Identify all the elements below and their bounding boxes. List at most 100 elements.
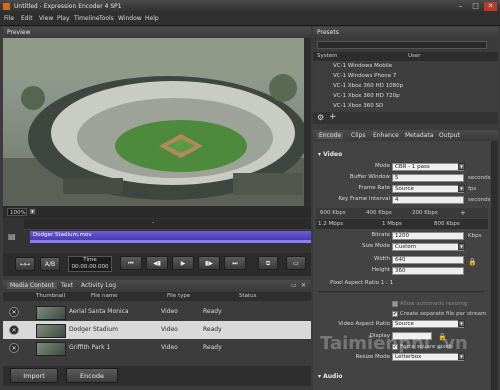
stream-tab[interactable]: 400 Kbps [366,210,392,216]
thumbnail [36,324,66,338]
preset-item[interactable]: VC-1 Xbox 360 SD [333,103,383,109]
file-type: Video [161,308,178,315]
preset-item[interactable]: VC-1 Xbox 360 HD 1080p [333,83,403,89]
height-input[interactable]: 360 [392,267,464,275]
video-aspect-select[interactable]: Source [392,320,464,328]
add-stream-icon[interactable]: + [460,209,466,217]
fit-timeline-button[interactable]: ▭ [286,256,306,270]
allow-resizing-checkbox[interactable] [392,301,398,307]
tab-media-content[interactable]: Media Content [7,282,57,289]
framerate-select[interactable]: Source [392,185,464,193]
menu-window[interactable]: Window [118,15,142,22]
tab-system[interactable]: System [317,53,338,59]
separate-file-checkbox[interactable]: ✔ [392,311,398,317]
buffer-unit: seconds [468,175,491,181]
tab-encode[interactable]: Encode [317,132,344,139]
preset-item[interactable]: VC-1 Windows Phone 7 [333,73,396,79]
skip-end-button[interactable]: ⏭ [224,256,246,270]
stream-tab[interactable]: 200 Kbps [412,210,438,216]
step-back-button[interactable]: ◀▮ [146,256,168,270]
table-row[interactable]: ✕ Griffith Park 1 Video Ready [3,339,311,357]
collapse-icon[interactable]: ▭ [291,282,299,289]
chevron-down-icon[interactable]: ▾ [458,320,465,327]
bitrate-streams-bar: 600 Kbps 400 Kbps 200 Kbps + [316,208,488,218]
close-panel-icon[interactable]: ✕ [301,282,309,289]
pixel-aspect-ratio: Pixel Aspect Ratio 1 : 1 [330,280,394,286]
tab-text[interactable]: Text [61,282,73,289]
zoom-select[interactable]: 100% [7,208,27,216]
width-input[interactable]: 640 [392,256,464,264]
tab-clips[interactable]: Clips [351,132,365,139]
minimize-button[interactable]: – [454,2,467,11]
timeline-ruler[interactable]: · [24,219,311,230]
col-thumbnail[interactable]: Thumbnail [36,293,65,299]
keyframe-input[interactable]: 4 [392,196,464,204]
gear-icon[interactable]: ⚙ [317,113,324,122]
tab-activity-log[interactable]: Activity Log [81,282,116,289]
table-row[interactable]: ✕ Aerial Santa Monica Video Ready [3,303,311,321]
preview-header: Preview [3,27,311,38]
mark-in-button[interactable]: ↤↦ [15,257,35,271]
mode-select[interactable]: CBR - 1 pass [392,163,464,171]
tab-user[interactable]: User [408,53,421,59]
zoom-bar: 100% ▾ [3,206,311,218]
col-file-type[interactable]: File type [167,293,190,299]
add-preset-icon[interactable]: + [329,112,337,122]
presets-toolbar: ⚙ + [313,112,498,124]
file-name: Aerial Santa Monica [69,308,129,315]
col-status[interactable]: Status [239,293,257,299]
file-name: Griffith Park 1 [69,344,111,351]
tab-enhance[interactable]: Enhance [373,132,399,139]
lock-icon[interactable]: 🔒 [468,258,477,266]
menu-tools[interactable]: Tools [99,15,114,22]
menu-timeline[interactable]: Timeline [74,15,100,22]
menu-file[interactable]: File [4,15,14,22]
sizemode-select[interactable]: Custom [392,243,464,251]
table-row-selected[interactable]: ✕ Dodger Stadium Video Ready [3,321,311,339]
clip-progress [30,240,311,243]
audio-section-label: Audio [323,373,343,380]
import-button[interactable]: Import [10,368,58,383]
play-button[interactable]: ▶ [172,256,194,270]
ab-compare-button[interactable]: A/B [40,257,60,271]
maximize-button[interactable]: □ [469,2,482,11]
preset-item[interactable]: VC-1 Xbox 360 HD 720p [333,93,400,99]
remove-icon[interactable]: ✕ [9,343,19,353]
video-section-header[interactable]: ▾ Video [318,151,342,158]
playhead-marker[interactable]: · [152,219,154,227]
menu-play[interactable]: Play [57,15,70,22]
menu-view[interactable]: View [39,15,53,22]
close-button[interactable]: ✕ [484,2,497,11]
skip-start-button[interactable]: ⏮ [120,256,142,270]
audio-section-header[interactable]: ▾ Audio [318,373,343,380]
video-section-label: Video [323,151,343,158]
menu-edit[interactable]: Edit [21,15,33,22]
chevron-down-icon[interactable]: ▾ [458,163,465,170]
chevron-down-icon[interactable]: ▾ [458,243,465,250]
preview-scrollbar[interactable] [304,38,311,206]
col-file-name[interactable]: File name [91,293,118,299]
zoom-dropdown-icon[interactable]: ▾ [29,208,36,215]
remove-icon[interactable]: ✕ [9,307,19,317]
clip-track[interactable]: Dodger Stadium.mov [30,231,311,240]
bitrate-input[interactable]: 1200 [392,232,464,240]
menu-help[interactable]: Help [145,15,159,22]
chevron-down-icon[interactable]: ▾ [458,353,465,360]
encode-scrollbar[interactable] [491,141,498,390]
buffer-input[interactable]: 5 [392,174,464,182]
tab-metadata[interactable]: Metadata [405,132,433,139]
step-forward-button[interactable]: ▮▶ [198,256,220,270]
chevron-down-icon[interactable]: ▾ [458,185,465,192]
presets-search-input[interactable] [317,41,487,49]
resize-mode-select[interactable]: Letterbox [392,353,464,361]
stream-tab[interactable]: 600 Kbps [320,210,346,216]
split-clip-button[interactable]: ⧉ [258,256,278,270]
media-tab-bar: Media Content Text Activity Log ▭ ✕ [3,280,311,291]
width-label: Width [374,256,390,262]
preset-item[interactable]: VC-1 Windows Mobile [333,63,392,69]
tab-output[interactable]: Output [439,132,460,139]
encode-button[interactable]: Encode [66,368,118,383]
thumbnail [36,306,66,320]
remove-icon[interactable]: ✕ [9,325,19,335]
video-preview[interactable] [3,38,311,206]
